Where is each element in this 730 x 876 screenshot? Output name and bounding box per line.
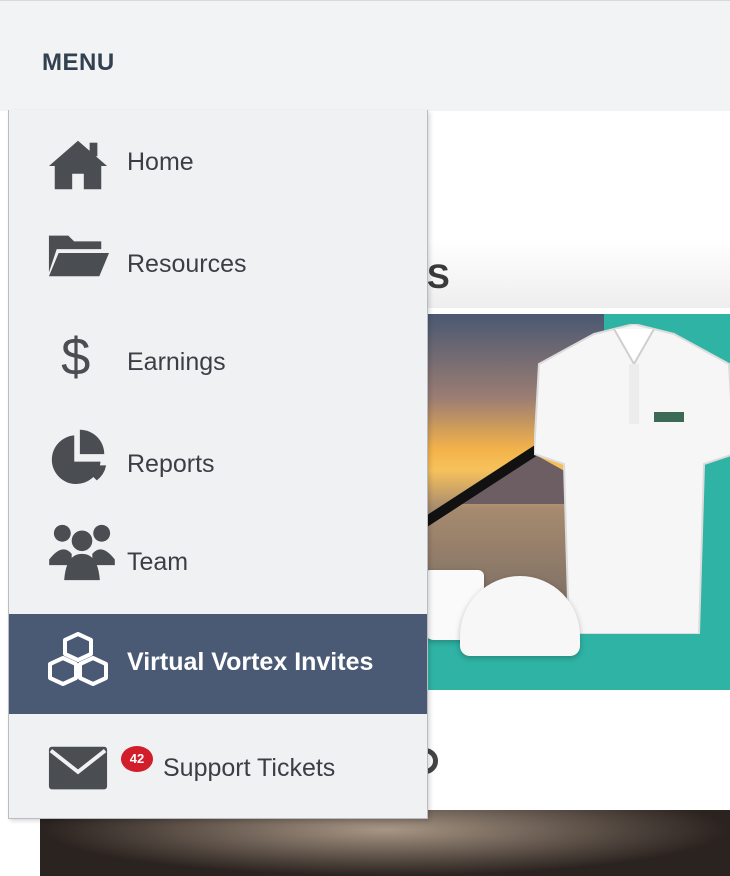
background-photo [40,810,730,876]
menu-item-label: Earnings [127,348,226,376]
menu-item-team[interactable]: Team [9,512,427,612]
envelope-icon [48,746,108,790]
promo-banner-image[interactable] [424,314,730,690]
menu-item-support-tickets[interactable]: 42 Support Tickets [9,716,427,816]
ticket-count-badge: 42 [121,746,153,772]
background-heading-fragment: S [427,258,450,296]
sidebar-menu: Home Resources $ Earnings Reports Team V… [8,110,428,819]
background-lower-section [424,712,730,812]
menu-item-label: Reports [127,450,215,478]
folder-open-icon [48,235,109,277]
polo-shirt-image [534,324,730,634]
menu-item-virtual-vortex-invites[interactable]: Virtual Vortex Invites [9,614,427,714]
menu-item-label: Virtual Vortex Invites [127,648,374,676]
menu-title: MENU [42,49,115,76]
dollar-icon: $ [61,328,90,386]
menu-item-label: Team [127,548,189,576]
background-section-header [424,240,730,308]
menu-item-resources[interactable]: Resources [9,212,427,312]
menu-item-earnings[interactable]: $ Earnings [9,312,427,412]
pie-chart-icon [51,429,107,485]
cubes-icon [48,632,108,686]
menu-item-home[interactable]: Home [9,112,427,212]
menu-item-reports[interactable]: Reports [9,412,427,512]
menu-item-label: Support Tickets [163,754,336,782]
menu-item-label: Home [127,148,194,176]
home-icon [48,140,108,190]
users-icon [49,524,115,581]
svg-text:$: $ [61,328,90,386]
top-bar: MENU [0,0,730,111]
menu-item-label: Resources [127,250,247,278]
